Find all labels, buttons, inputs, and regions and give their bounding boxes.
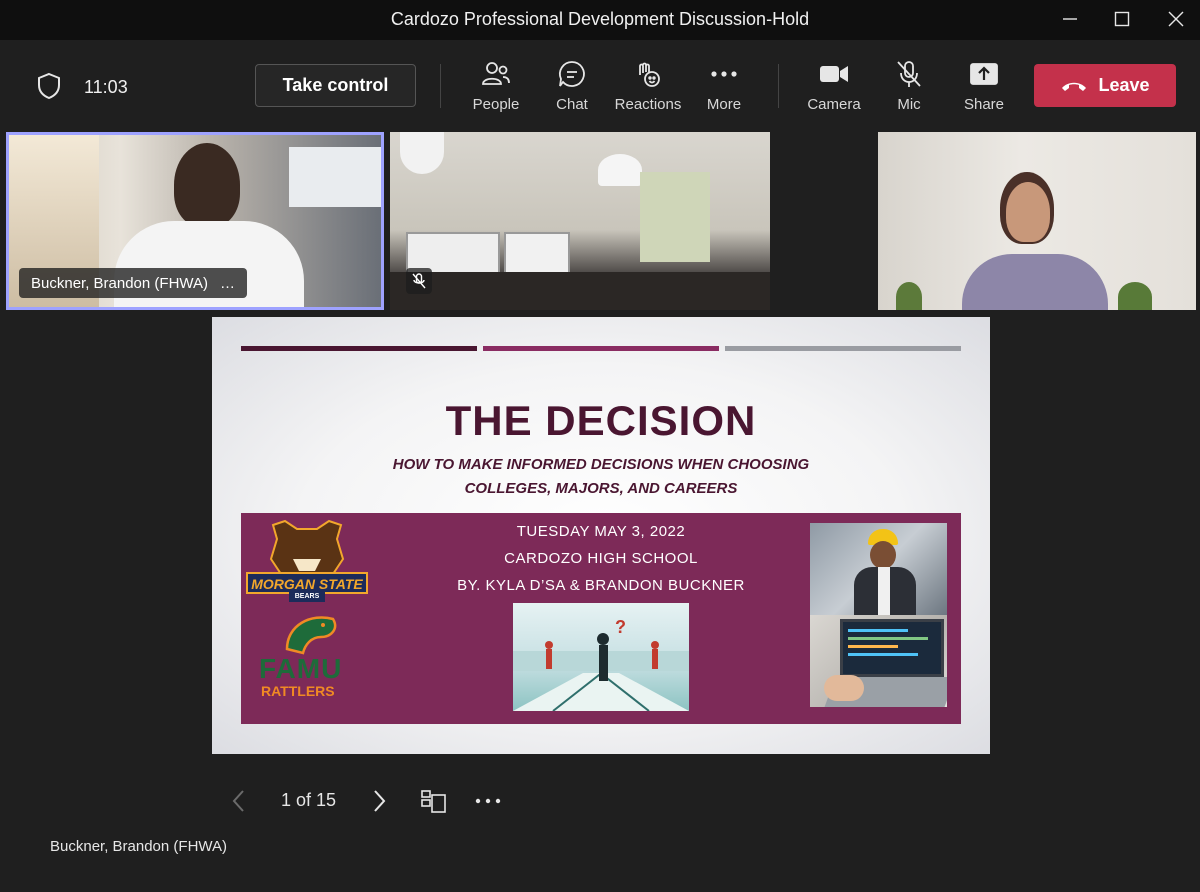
participant-name-pill: Buckner, Brandon (FHWA) … [19,268,248,298]
close-button[interactable] [1160,6,1192,32]
chat-button[interactable]: Chat [534,58,610,116]
sign-backdrop [289,147,381,207]
ceiling-lamp [400,132,444,174]
phone-hangup-icon [1062,82,1087,91]
more-label: More [706,96,742,113]
slide-info-band: MORGAN STATE BEARS FAMU RATTLERS TUESDAY… [241,513,961,724]
mic-label: Mic [897,96,921,113]
toolbar-divider [440,64,441,108]
camera-button[interactable]: Camera [796,58,872,116]
students-row [390,272,770,310]
shield-icon[interactable] [36,72,62,105]
mic-off-icon [871,58,947,90]
ceiling-lamp [598,154,642,186]
thumbnails-icon [421,790,446,813]
logo-msu-sub: BEARS [294,593,320,600]
shared-slide: THE DECISION HOW TO MAKE INFORMED DECISI… [212,317,990,754]
code-line [848,645,898,648]
title-bar: Cardozo Professional Development Discuss… [0,0,1200,40]
share-label: Share [963,96,1005,113]
camera-label: Camera [807,96,861,113]
chevron-left-icon [232,790,244,812]
hand [824,675,864,701]
code-line [848,637,928,640]
mic-off-icon [412,273,426,289]
maximize-button[interactable] [1106,6,1138,32]
more-icon [686,58,762,90]
crossroads-illustration: ? [513,603,689,711]
chat-label: Chat [556,96,588,113]
slide-more-options-button[interactable] [474,786,502,816]
engineer-photo [810,523,947,615]
meeting-toolbar: 11:03 Take control People Chat Reactions [0,44,1200,130]
reactions-icon [610,58,686,90]
engineer-face [870,541,896,569]
classroom-window [640,172,710,262]
close-icon [1168,11,1184,27]
window-title: Cardozo Professional Development Discuss… [390,9,810,29]
next-slide-button[interactable] [368,786,390,816]
slide-accent-bar [241,346,477,351]
meeting-timer: 11:03 [84,77,128,97]
more-button[interactable]: More [686,58,762,116]
code-line [848,653,918,656]
participant-face [1006,182,1050,242]
famu-logo: FAMU RATTLERS [259,611,359,701]
laptop-screen [840,619,944,677]
participant-more-options[interactable]: … [220,275,235,292]
slide-accent-bar [725,346,961,351]
video-tile-participant[interactable] [878,132,1196,310]
logo-famu-main: FAMU [259,653,343,684]
muted-mic-badge [406,268,432,294]
participant-body [962,254,1108,310]
slide-thumbnails-button[interactable] [420,786,448,816]
leave-label: Leave [1098,75,1150,95]
take-control-button[interactable]: Take control [255,64,416,107]
camera-icon [796,58,872,90]
reactions-button[interactable]: Reactions [610,58,686,116]
chevron-right-icon [374,790,386,812]
share-icon [946,58,1022,90]
previous-slide-button[interactable] [228,786,250,816]
plant [896,282,922,310]
people-icon [458,58,534,90]
maximize-icon [1114,11,1130,27]
people-label: People [472,96,520,113]
slide-page-indicator: 1 of 15 [281,790,337,810]
logo-famu-sub: RATTLERS [261,683,335,699]
mic-button[interactable]: Mic [871,58,947,116]
reactions-label: Reactions [614,96,682,113]
minimize-button[interactable] [1054,6,1086,32]
svg-text:?: ? [615,617,626,637]
plant [1118,282,1152,310]
video-tile-classroom[interactable] [390,132,770,310]
participant-head [174,143,240,227]
toolbar-divider [778,64,779,108]
slide-subtitle-line: HOW TO MAKE INFORMED DECISIONS WHEN CHOO… [392,456,810,473]
more-icon [475,798,501,804]
slide-subtitle: HOW TO MAKE INFORMED DECISIONS WHEN CHOO… [212,453,990,501]
video-tile-presenter[interactable]: Buckner, Brandon (FHWA) … [6,132,384,310]
minimize-icon [1063,18,1077,20]
slide-accent-bar [483,346,719,351]
chat-icon [534,58,610,90]
slide-subtitle-line: COLLEGES, MAJORS, AND CAREERS [464,480,738,497]
people-button[interactable]: People [458,58,534,116]
presenter-label: Buckner, Brandon (FHWA) [50,838,228,855]
code-line [848,629,908,632]
leave-button[interactable]: Leave [1034,64,1176,107]
participant-name: Buckner, Brandon (FHWA) [31,274,209,292]
coding-photo [810,615,947,707]
slide-title: THE DECISION [445,397,757,444]
share-button[interactable]: Share [946,58,1022,116]
engineer-shirt [878,567,890,615]
